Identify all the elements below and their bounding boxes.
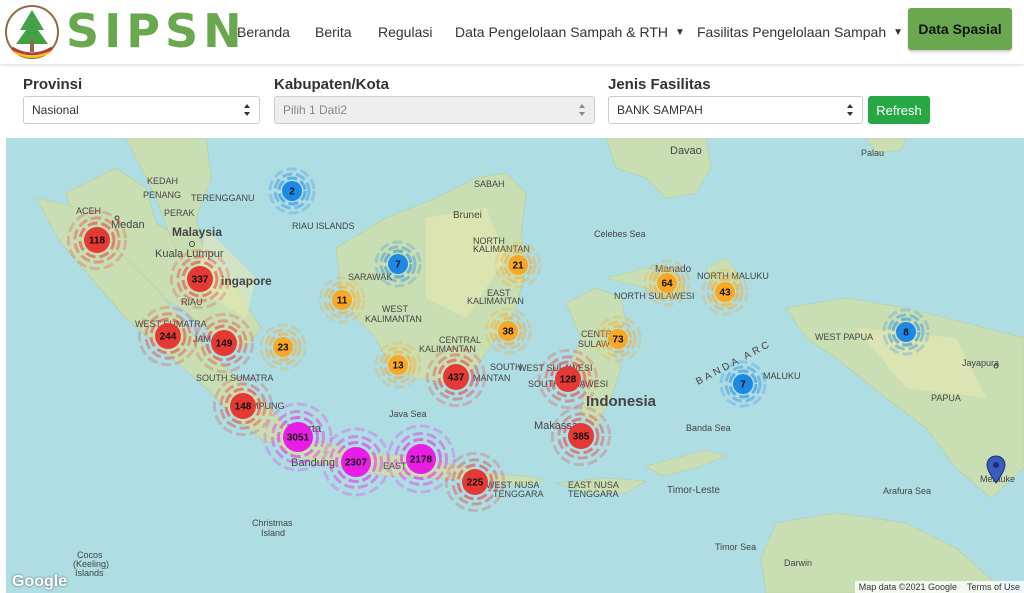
map-label: RIAU ISLANDS [292, 221, 355, 231]
cluster-count: 2178 [410, 455, 433, 466]
cluster-count: 385 [573, 432, 590, 443]
cluster-count: 128 [560, 375, 577, 386]
refresh-button[interactable]: Refresh [868, 96, 930, 124]
map-label: KALIMANTAN [467, 296, 524, 306]
cluster-count: 7 [740, 380, 746, 391]
cluster-count: 244 [160, 332, 177, 343]
select-arrows-icon [244, 104, 250, 116]
map-label: SABAH [474, 179, 505, 189]
map-label: Island [261, 528, 285, 538]
nav-berita[interactable]: Berita [315, 24, 352, 40]
select-arrows-icon [579, 104, 585, 116]
chevron-down-icon: ▼ [674, 26, 685, 38]
map-label: Brunei [453, 210, 482, 221]
cluster-marker[interactable]: 2 [268, 167, 316, 215]
cluster-marker[interactable]: 7 [719, 360, 767, 408]
map-label: Jayapura [962, 358, 999, 368]
nav-data-pengelolaan-dropdown[interactable]: Data Pengelolaan Sampah & RTH ▼ [455, 24, 685, 40]
cluster-count: 64 [661, 279, 673, 290]
nav-data-pengelolaan-label: Data Pengelolaan Sampah & RTH [455, 24, 668, 40]
map-label: PERAK [164, 208, 195, 218]
map-label: WEST [382, 304, 409, 314]
map-label: Islands [75, 568, 104, 578]
data-spasial-button[interactable]: Data Spasial [908, 8, 1012, 50]
map-label: Palau [861, 148, 884, 158]
nav-beranda[interactable]: Beranda [237, 24, 290, 40]
jenis-fasilitas-label: Jenis Fasilitas [608, 76, 711, 93]
map-canvas: Davao Palau KEDAH PENANG TERENGGANU SABA… [35, 138, 1024, 593]
terms-link[interactable]: Terms of Use [967, 582, 1020, 592]
map-label: Christmas [252, 518, 293, 528]
provinsi-select[interactable]: Nasional [23, 96, 260, 124]
cluster-count: 118 [89, 236, 106, 247]
cluster-count: 3051 [287, 433, 310, 444]
map-label: WEST PAPUA [815, 332, 873, 342]
jenis-fasilitas-value: BANK SAMPAH [617, 103, 703, 117]
cluster-count: 437 [448, 373, 465, 384]
map-label: SOUTH [490, 362, 522, 372]
map-label: Indonesia [586, 393, 657, 410]
nav-regulasi[interactable]: Regulasi [378, 24, 432, 40]
cluster-count: 149 [216, 339, 233, 350]
cluster-count: 2307 [345, 458, 368, 469]
map-label: TERENGGANU [191, 193, 255, 203]
spatial-map[interactable]: Davao Palau KEDAH PENANG TERENGGANU SABA… [6, 138, 1024, 593]
top-navbar: SIPSN Beranda Berita Regulasi Data Penge… [0, 0, 1024, 64]
map-label: Timor Sea [715, 542, 756, 552]
cluster-marker[interactable]: 385 [550, 405, 612, 467]
klhk-emblem-icon[interactable] [4, 4, 60, 60]
cluster-count: 21 [512, 261, 524, 272]
map-data-credit: Map data ©2021 Google [858, 582, 957, 592]
cluster-count: 23 [277, 343, 289, 354]
map-label: KEDAH [147, 176, 178, 186]
provinsi-label: Provinsi [23, 76, 83, 93]
cluster-count: 148 [235, 402, 252, 413]
map-label: Malaysia [172, 225, 222, 239]
map-label: KALIMANTAN [365, 314, 422, 324]
jenis-fasilitas-select[interactable]: BANK SAMPAH [608, 96, 863, 124]
cluster-count: 8 [903, 328, 909, 339]
map-label: TENGGARA [568, 489, 619, 499]
cluster-count: 73 [612, 335, 624, 346]
map-label: Darwin [784, 558, 812, 568]
cluster-count: 7 [395, 260, 401, 271]
map-label: Davao [670, 145, 702, 157]
chevron-down-icon: ▼ [893, 26, 904, 38]
kabupaten-label: Kabupaten/Kota [274, 76, 390, 93]
cluster-marker[interactable]: 23 [259, 323, 307, 371]
map-label: Arafura Sea [883, 486, 931, 496]
cluster-count: 337 [192, 275, 209, 286]
nav-fasilitas-dropdown[interactable]: Fasilitas Pengelolaan Sampah ▼ [697, 24, 903, 40]
google-logo[interactable]: Google [12, 573, 67, 591]
cluster-count: 13 [392, 361, 404, 372]
map-label: Celebes Sea [594, 229, 646, 239]
map-label: Timor-Leste [667, 485, 720, 496]
map-label: MALUKU [763, 371, 801, 381]
kabupaten-select[interactable]: Pilih 1 Dati2 [274, 96, 595, 124]
provinsi-value: Nasional [32, 103, 79, 117]
kabupaten-value: Pilih 1 Dati2 [283, 103, 348, 117]
cluster-count: 38 [502, 327, 514, 338]
nav-fasilitas-label: Fasilitas Pengelolaan Sampah [697, 24, 887, 40]
map-label: Java Sea [389, 409, 427, 419]
cluster-count: 2 [289, 187, 295, 198]
map-label: PAPUA [931, 393, 961, 403]
cluster-count: 225 [467, 478, 484, 489]
cluster-count: 43 [719, 288, 731, 299]
cluster-count: 11 [337, 296, 348, 307]
brand-wordmark[interactable]: SIPSN [66, 4, 247, 58]
select-arrows-icon [847, 104, 853, 116]
map-label: Banda Sea [686, 423, 731, 433]
map-attribution: Map data ©2021 Google Terms of Use [854, 581, 1024, 593]
map-label: PENANG [143, 190, 181, 200]
